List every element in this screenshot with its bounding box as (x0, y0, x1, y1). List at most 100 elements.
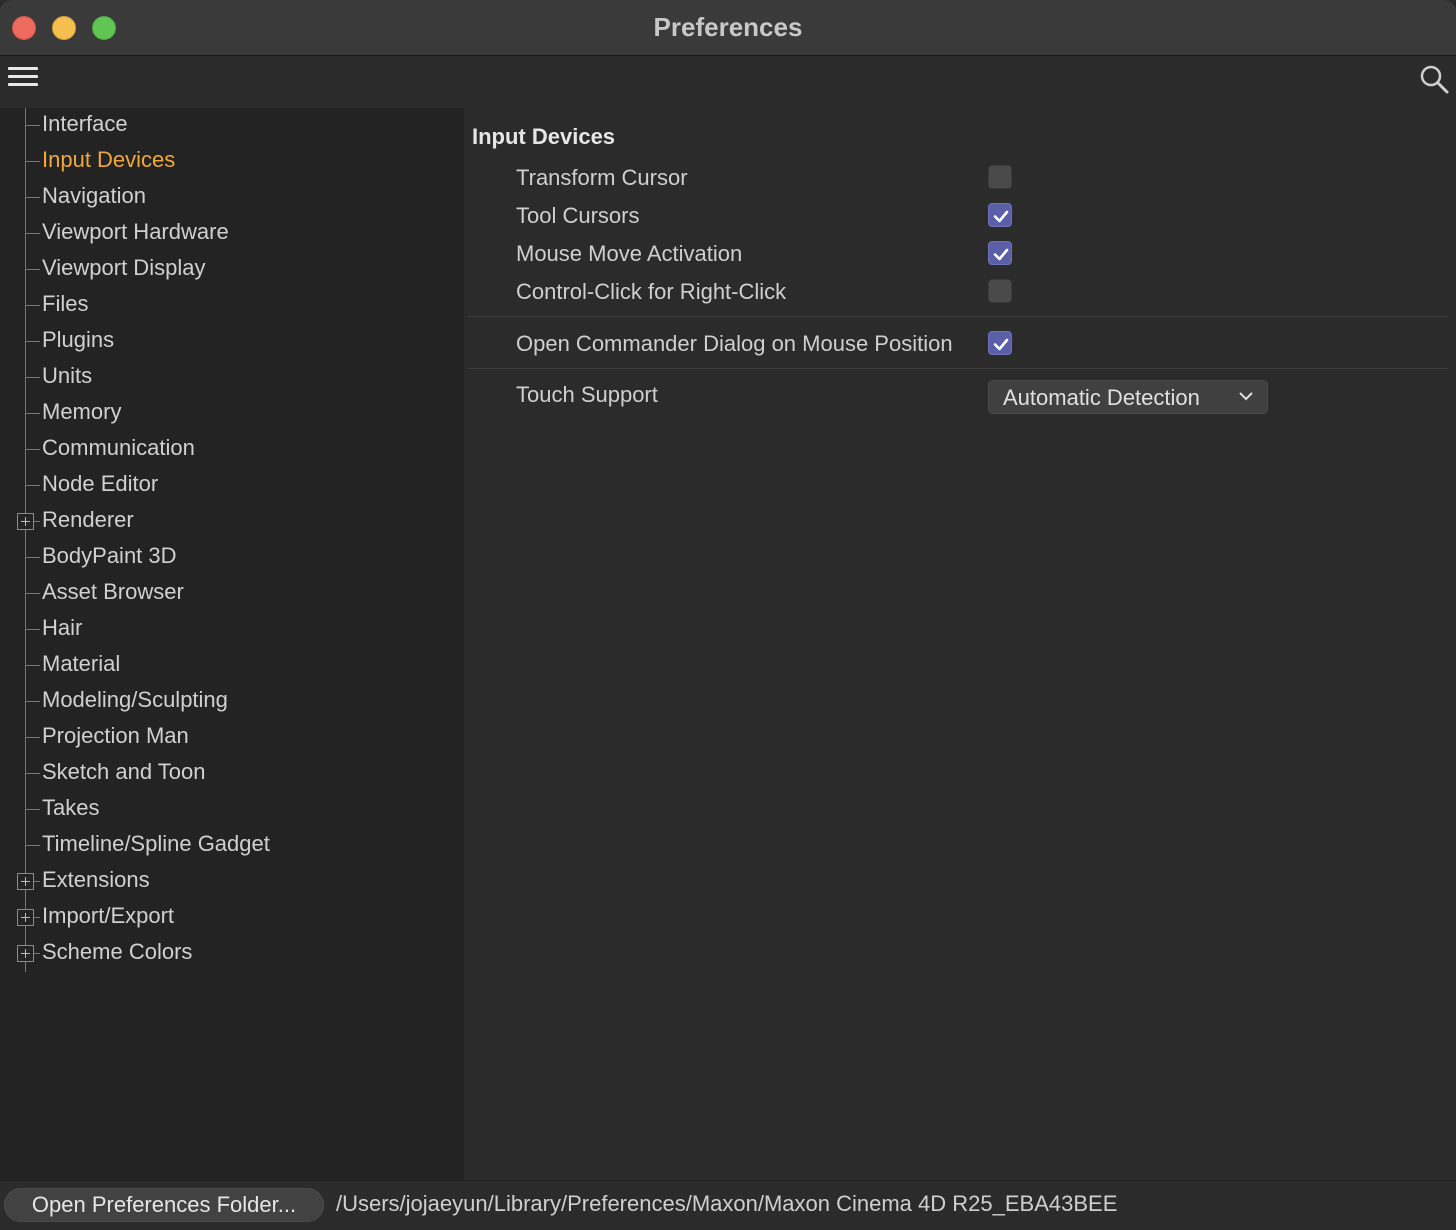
tree-line (25, 720, 26, 756)
sidebar-item-label: Material (42, 651, 121, 676)
option-label: Transform Cursor (516, 165, 688, 190)
transform-cursor-checkbox[interactable] (988, 165, 1012, 189)
expand-plus-icon[interactable] (17, 873, 34, 890)
sidebar-item-label: Takes (42, 795, 100, 820)
tool-cursors-checkbox[interactable] (988, 203, 1012, 227)
sidebar-item-label: Modeling/Sculpting (42, 687, 228, 712)
option-label: Touch Support (516, 382, 658, 407)
divider (468, 368, 1448, 369)
tree-line (25, 305, 40, 306)
window-title: Preferences (653, 12, 803, 42)
tree-line (25, 341, 40, 342)
checkmark-icon (993, 248, 1009, 261)
tree-line (25, 648, 26, 684)
sidebar-item-modeling-sculpting[interactable]: Modeling/Sculpting (0, 684, 464, 720)
sidebar-item-scheme-colors[interactable]: Scheme Colors (0, 936, 464, 972)
mouse-move-activation-checkbox[interactable] (988, 241, 1012, 265)
sidebar-item-label: Input Devices (42, 147, 176, 172)
sidebar-item-label: Files (42, 291, 89, 316)
option-row-tool-cursors: Tool Cursors (516, 196, 1416, 234)
tree-line (25, 161, 40, 162)
divider (468, 316, 1448, 317)
tree-line (25, 756, 26, 792)
open-preferences-folder-button[interactable]: Open Preferences Folder... (4, 1188, 324, 1222)
sidebar-item-navigation[interactable]: Navigation (0, 180, 464, 216)
tree-line (25, 197, 40, 198)
preferences-sidebar: Interface Input Devices Navigation Viewport… (0, 108, 464, 1180)
tree-line (25, 773, 40, 774)
option-row-transform-cursor: Transform Cursor (516, 158, 1416, 196)
expand-plus-icon[interactable] (17, 513, 34, 530)
tree-line (25, 144, 26, 180)
settings-panel: Input Devices Transform Cursor Tool Curs… (464, 108, 1456, 1180)
tree-line (25, 612, 26, 648)
sidebar-item-viewport-hardware[interactable]: Viewport Hardware (0, 216, 464, 252)
sidebar-item-files[interactable]: Files (0, 288, 464, 324)
sidebar-item-hair[interactable]: Hair (0, 612, 464, 648)
option-label: Control-Click for Right-Click (516, 279, 787, 304)
tree-line (25, 377, 40, 378)
title-bar: Preferences (0, 0, 1456, 56)
sidebar-item-label: Memory (42, 399, 122, 424)
expand-plus-icon[interactable] (17, 909, 34, 926)
sidebar-item-projection-man[interactable]: Projection Man (0, 720, 464, 756)
tree-line (25, 468, 26, 504)
control-click-checkbox[interactable] (988, 279, 1012, 303)
toolbar (0, 57, 1456, 108)
sidebar-item-label: Projection Man (42, 723, 189, 748)
option-label: Tool Cursors (516, 203, 640, 228)
tree-line (25, 809, 40, 810)
sidebar-item-label: Units (42, 363, 93, 388)
checkmark-icon (993, 210, 1009, 223)
sidebar-item-renderer[interactable]: Renderer (0, 504, 464, 540)
sidebar-item-input-devices[interactable]: Input Devices (0, 144, 464, 180)
sidebar-item-label: Sketch and Toon (42, 759, 206, 784)
option-row-commander: Open Commander Dialog on Mouse Position (516, 324, 1416, 362)
touch-support-dropdown[interactable]: Automatic Detection (988, 380, 1268, 414)
tree-line (25, 108, 26, 144)
sidebar-item-sketch-and-toon[interactable]: Sketch and Toon (0, 756, 464, 792)
sidebar-item-asset-browser[interactable]: Asset Browser (0, 576, 464, 612)
sidebar-item-import-export[interactable]: Import/Export (0, 900, 464, 936)
sidebar-item-extensions[interactable]: Extensions (0, 864, 464, 900)
tree-line (25, 269, 40, 270)
sidebar-item-interface[interactable]: Interface (0, 108, 464, 144)
sidebar-item-label: Communication (42, 435, 195, 460)
search-icon[interactable] (1418, 63, 1450, 95)
menu-icon[interactable] (8, 67, 38, 89)
sidebar-item-label: Plugins (42, 327, 115, 352)
sidebar-item-takes[interactable]: Takes (0, 792, 464, 828)
sidebar-item-material[interactable]: Material (0, 648, 464, 684)
sidebar-item-label: Node Editor (42, 471, 159, 496)
chevron-down-icon (1239, 392, 1253, 401)
sidebar-item-memory[interactable]: Memory (0, 396, 464, 432)
sidebar-item-viewport-display[interactable]: Viewport Display (0, 252, 464, 288)
tree-line (25, 125, 40, 126)
tree-line (25, 792, 26, 828)
tree-line (25, 665, 40, 666)
tree-line (25, 413, 40, 414)
commander-mouse-position-checkbox[interactable] (988, 331, 1012, 355)
preferences-path: /Users/jojaeyun/Library/Preferences/Maxo… (336, 1191, 1118, 1216)
sidebar-item-label: Asset Browser (42, 579, 184, 604)
tree-line (25, 180, 26, 216)
sidebar-item-units[interactable]: Units (0, 360, 464, 396)
tree-line (25, 252, 26, 288)
tree-line (25, 701, 40, 702)
sidebar-item-label: BodyPaint 3D (42, 543, 177, 568)
sidebar-item-node-editor[interactable]: Node Editor (0, 468, 464, 504)
tree-line (25, 324, 26, 360)
sidebar-item-timeline-spline-gadget[interactable]: Timeline/Spline Gadget (0, 828, 464, 864)
tree-line (25, 737, 40, 738)
sidebar-item-plugins[interactable]: Plugins (0, 324, 464, 360)
tree-line (25, 449, 40, 450)
sidebar-item-bodypaint-3d[interactable]: BodyPaint 3D (0, 540, 464, 576)
option-label: Open Commander Dialog on Mouse Position (516, 331, 953, 356)
tree-line (25, 828, 26, 864)
sidebar-item-communication[interactable]: Communication (0, 432, 464, 468)
tree-line (25, 540, 26, 576)
sidebar-item-label: Import/Export (42, 903, 175, 928)
tree-line (25, 485, 40, 486)
option-row-control-click: Control-Click for Right-Click (516, 272, 1416, 310)
expand-plus-icon[interactable] (17, 945, 34, 962)
